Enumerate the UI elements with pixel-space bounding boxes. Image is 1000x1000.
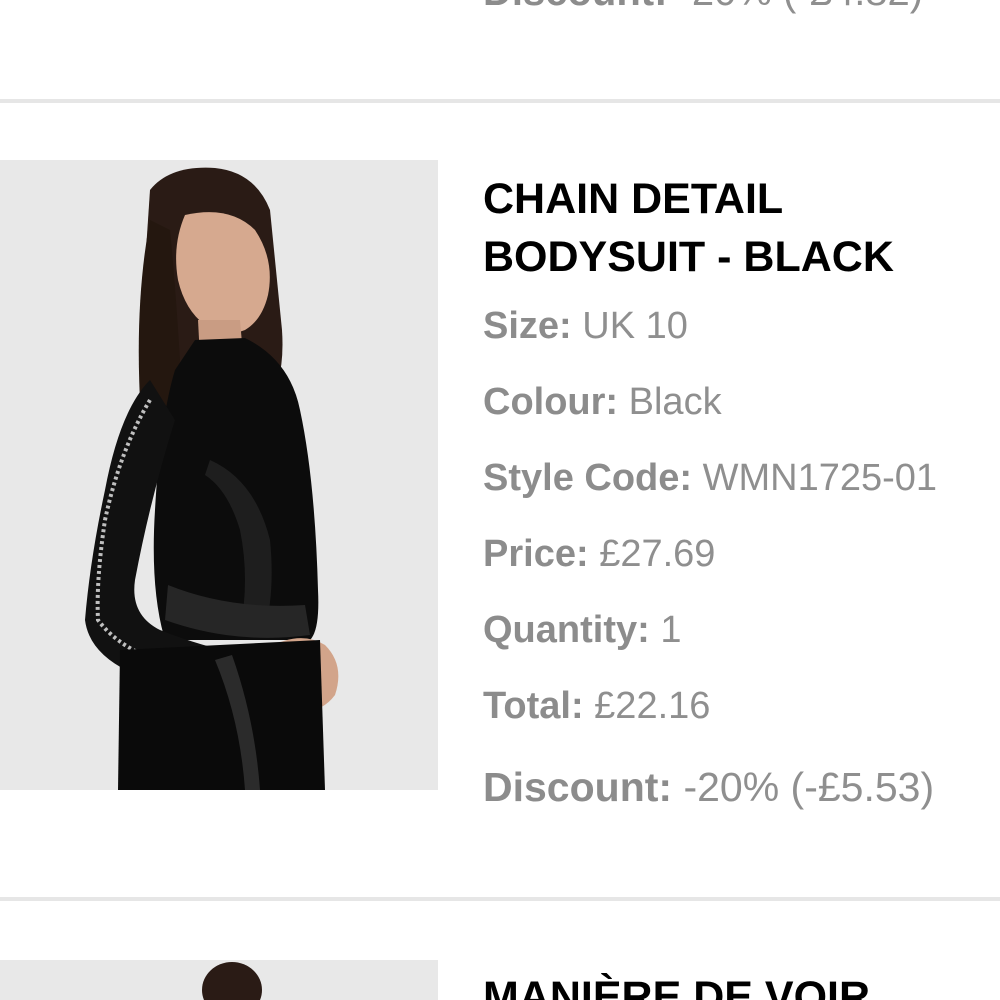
quantity-row: Quantity: 1: [483, 608, 681, 652]
colour-label: Colour:: [483, 381, 619, 423]
size-row: Size: UK 10: [483, 304, 688, 348]
product-title[interactable]: CHAIN DETAIL BODYSUIT - BLACK: [483, 170, 983, 286]
style-code-label: Style Code:: [483, 457, 693, 499]
product-title-line2: BODYSUIT - BLACK: [483, 233, 894, 281]
previous-order-item: Discount: -20% (-£4.82): [0, 0, 1000, 100]
discount-row: Discount: -20% (-£5.53): [483, 765, 934, 809]
price-value: £27.69: [599, 533, 716, 575]
colour-row: Colour: Black: [483, 380, 722, 424]
discount-label: Discount:: [483, 0, 667, 14]
style-code-value: WMN1725-01: [702, 457, 938, 499]
style-code-row: Style Code: WMN1725-01: [483, 456, 937, 500]
next-product-image[interactable]: [0, 960, 438, 1000]
quantity-label: Quantity:: [483, 609, 650, 651]
item-divider: [0, 897, 1000, 901]
next-model-photo: [0, 960, 438, 1000]
total-value: £22.16: [594, 685, 711, 727]
quantity-value: 1: [660, 609, 682, 651]
size-value: UK 10: [582, 305, 688, 347]
product-title-line1: CHAIN DETAIL: [483, 175, 784, 223]
order-items-page: Discount: -20% (-£4.82): [0, 0, 1000, 1000]
colour-value: Black: [628, 381, 722, 423]
item-divider: [0, 99, 1000, 103]
total-row: Total: £22.16: [483, 684, 710, 728]
model-photo: [0, 160, 438, 790]
product-image[interactable]: [0, 160, 438, 790]
price-label: Price:: [483, 533, 589, 575]
discount-value: -20% (-£5.53): [683, 764, 935, 810]
discount-label: Discount:: [483, 764, 673, 810]
price-row: Price: £27.69: [483, 532, 715, 576]
size-label: Size:: [483, 305, 572, 347]
previous-item-discount: Discount: -20% (-£4.82): [483, 0, 923, 14]
total-label: Total:: [483, 685, 584, 727]
next-product-title[interactable]: MANIÈRE DE VOIR: [483, 968, 870, 1000]
discount-value: -20% (-£4.82): [679, 0, 924, 14]
